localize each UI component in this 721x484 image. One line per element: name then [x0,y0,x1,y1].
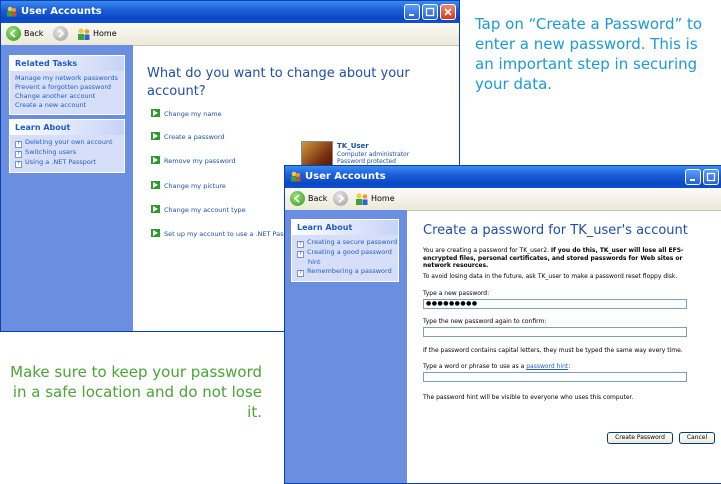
task-change-picture[interactable]: Change my picture [151,181,226,190]
user-status-line: Password protected [337,158,396,165]
minimize-button[interactable] [404,4,420,20]
caps-note: If the password contains capital letters… [423,347,683,354]
green-arrow-icon [151,181,160,189]
minimize-button[interactable] [685,169,701,185]
learn-about-box: Learn About ? Creating a secure password … [291,219,399,282]
title-bar[interactable]: User Accounts [1,1,459,23]
close-icon [444,8,452,16]
green-arrow-icon [151,156,160,164]
warning-description: You are creating a password for TK_user2… [423,247,684,269]
page-heading: Create a password for TK_user's account [423,223,688,238]
maximize-icon [706,172,716,182]
task-change-account-type[interactable]: Change my account type [151,205,246,214]
minimize-icon [690,179,695,181]
learn-about-link[interactable]: ? Remembering a password [297,267,393,277]
help-icon: ? [297,251,304,258]
help-icon: ? [15,141,22,148]
page-heading: What do you want to change about your ac… [147,66,410,99]
window-title: User Accounts [21,6,102,17]
back-arrow-icon[interactable] [6,26,21,41]
learn-about-link[interactable]: ? Switching users [15,148,119,158]
learn-about-link[interactable]: ? Creating a secure password [297,238,397,248]
learn-about-heading: Learn About [10,120,124,135]
reset-disk-note: To avoid losing data in the future, ask … [423,273,678,280]
home-users-icon [78,28,90,40]
home-button[interactable]: Home [93,27,117,41]
window-controls [404,4,456,20]
task-change-name[interactable]: Change my name [151,109,222,118]
help-icon: ? [297,270,304,277]
learn-about-heading: Learn About [292,220,398,235]
minimize-icon [409,14,414,16]
user-role: Computer administrator Password protecte… [337,151,409,165]
password-hint-input[interactable] [423,372,687,382]
window-title: User Accounts [305,171,386,182]
related-task-link[interactable]: Manage my network passwords [15,74,119,83]
forward-arrow-icon[interactable] [333,191,348,206]
hint-label: Type a word or phrase to use as a passwo… [423,363,571,370]
new-password-label: Type a new password: [423,290,490,297]
forward-arrow-icon[interactable] [53,26,68,41]
toolbar: Back Home [285,188,721,211]
green-arrow-icon [151,205,160,213]
confirm-password-input[interactable] [423,327,687,337]
related-task-link[interactable]: Change another account [15,92,119,101]
back-button[interactable]: Back [24,27,43,41]
create-password-button[interactable]: Create Password [607,432,673,444]
maximize-button[interactable] [703,169,719,185]
task-remove-password[interactable]: Remove my password [151,156,236,165]
confirm-password-label: Type the new password again to confirm: [423,318,547,325]
task-pane: Learn About ? Creating a secure password … [285,210,407,483]
home-button[interactable]: Home [371,192,395,206]
toolbar: Back Home [1,23,459,46]
green-arrow-icon [151,132,160,140]
back-button[interactable]: Back [308,192,327,206]
instruction-caption-top: Tap on “Create a Password” to enter a ne… [475,15,703,93]
green-arrow-icon [151,109,160,117]
learn-about-link[interactable]: ? Deleting your own account [15,138,119,148]
help-icon: ? [15,161,22,168]
learn-about-link[interactable]: ? Creating a good password hint [297,248,398,267]
related-task-link[interactable]: Prevent a forgotten password [15,83,119,92]
learn-about-box: Learn About ? Deleting your own account ?… [9,119,125,173]
password-hint-link[interactable]: password hint [526,363,568,370]
help-icon: ? [15,151,22,158]
learn-about-link[interactable]: ? Using a .NET Passport [15,158,119,168]
cancel-button[interactable]: Cancel [679,432,715,444]
maximize-button[interactable] [422,4,438,20]
user-accounts-window-create-password: User Accounts Back Home Learn About ? Cr… [284,165,721,484]
user-accounts-icon [7,6,17,17]
close-button[interactable] [440,4,456,20]
related-task-link[interactable]: Create a new account [15,101,119,110]
maximize-icon [425,7,435,17]
task-pane: Related Tasks Manage my network password… [1,45,133,331]
back-arrow-icon[interactable] [290,191,305,206]
user-role-line: Computer administrator [337,151,410,158]
user-accounts-icon [291,171,301,182]
user-name: TK_User [337,142,369,150]
related-tasks-box: Related Tasks Manage my network password… [9,55,125,115]
green-arrow-icon [151,229,160,237]
related-tasks-heading: Related Tasks [10,56,124,71]
instruction-caption-bottom: Make sure to keep your password in a saf… [10,363,262,421]
task-create-password[interactable]: Create a password [151,132,225,141]
new-password-input[interactable]: ●●●●●●●●● [423,299,687,309]
home-users-icon [356,193,368,205]
window-controls [685,169,721,185]
task-net-passport[interactable]: Set up my account to use a .NET Passport [151,229,300,238]
title-bar[interactable]: User Accounts [285,166,721,188]
help-icon: ? [297,241,304,248]
hint-visibility-note: The password hint will be visible to eve… [423,394,634,401]
